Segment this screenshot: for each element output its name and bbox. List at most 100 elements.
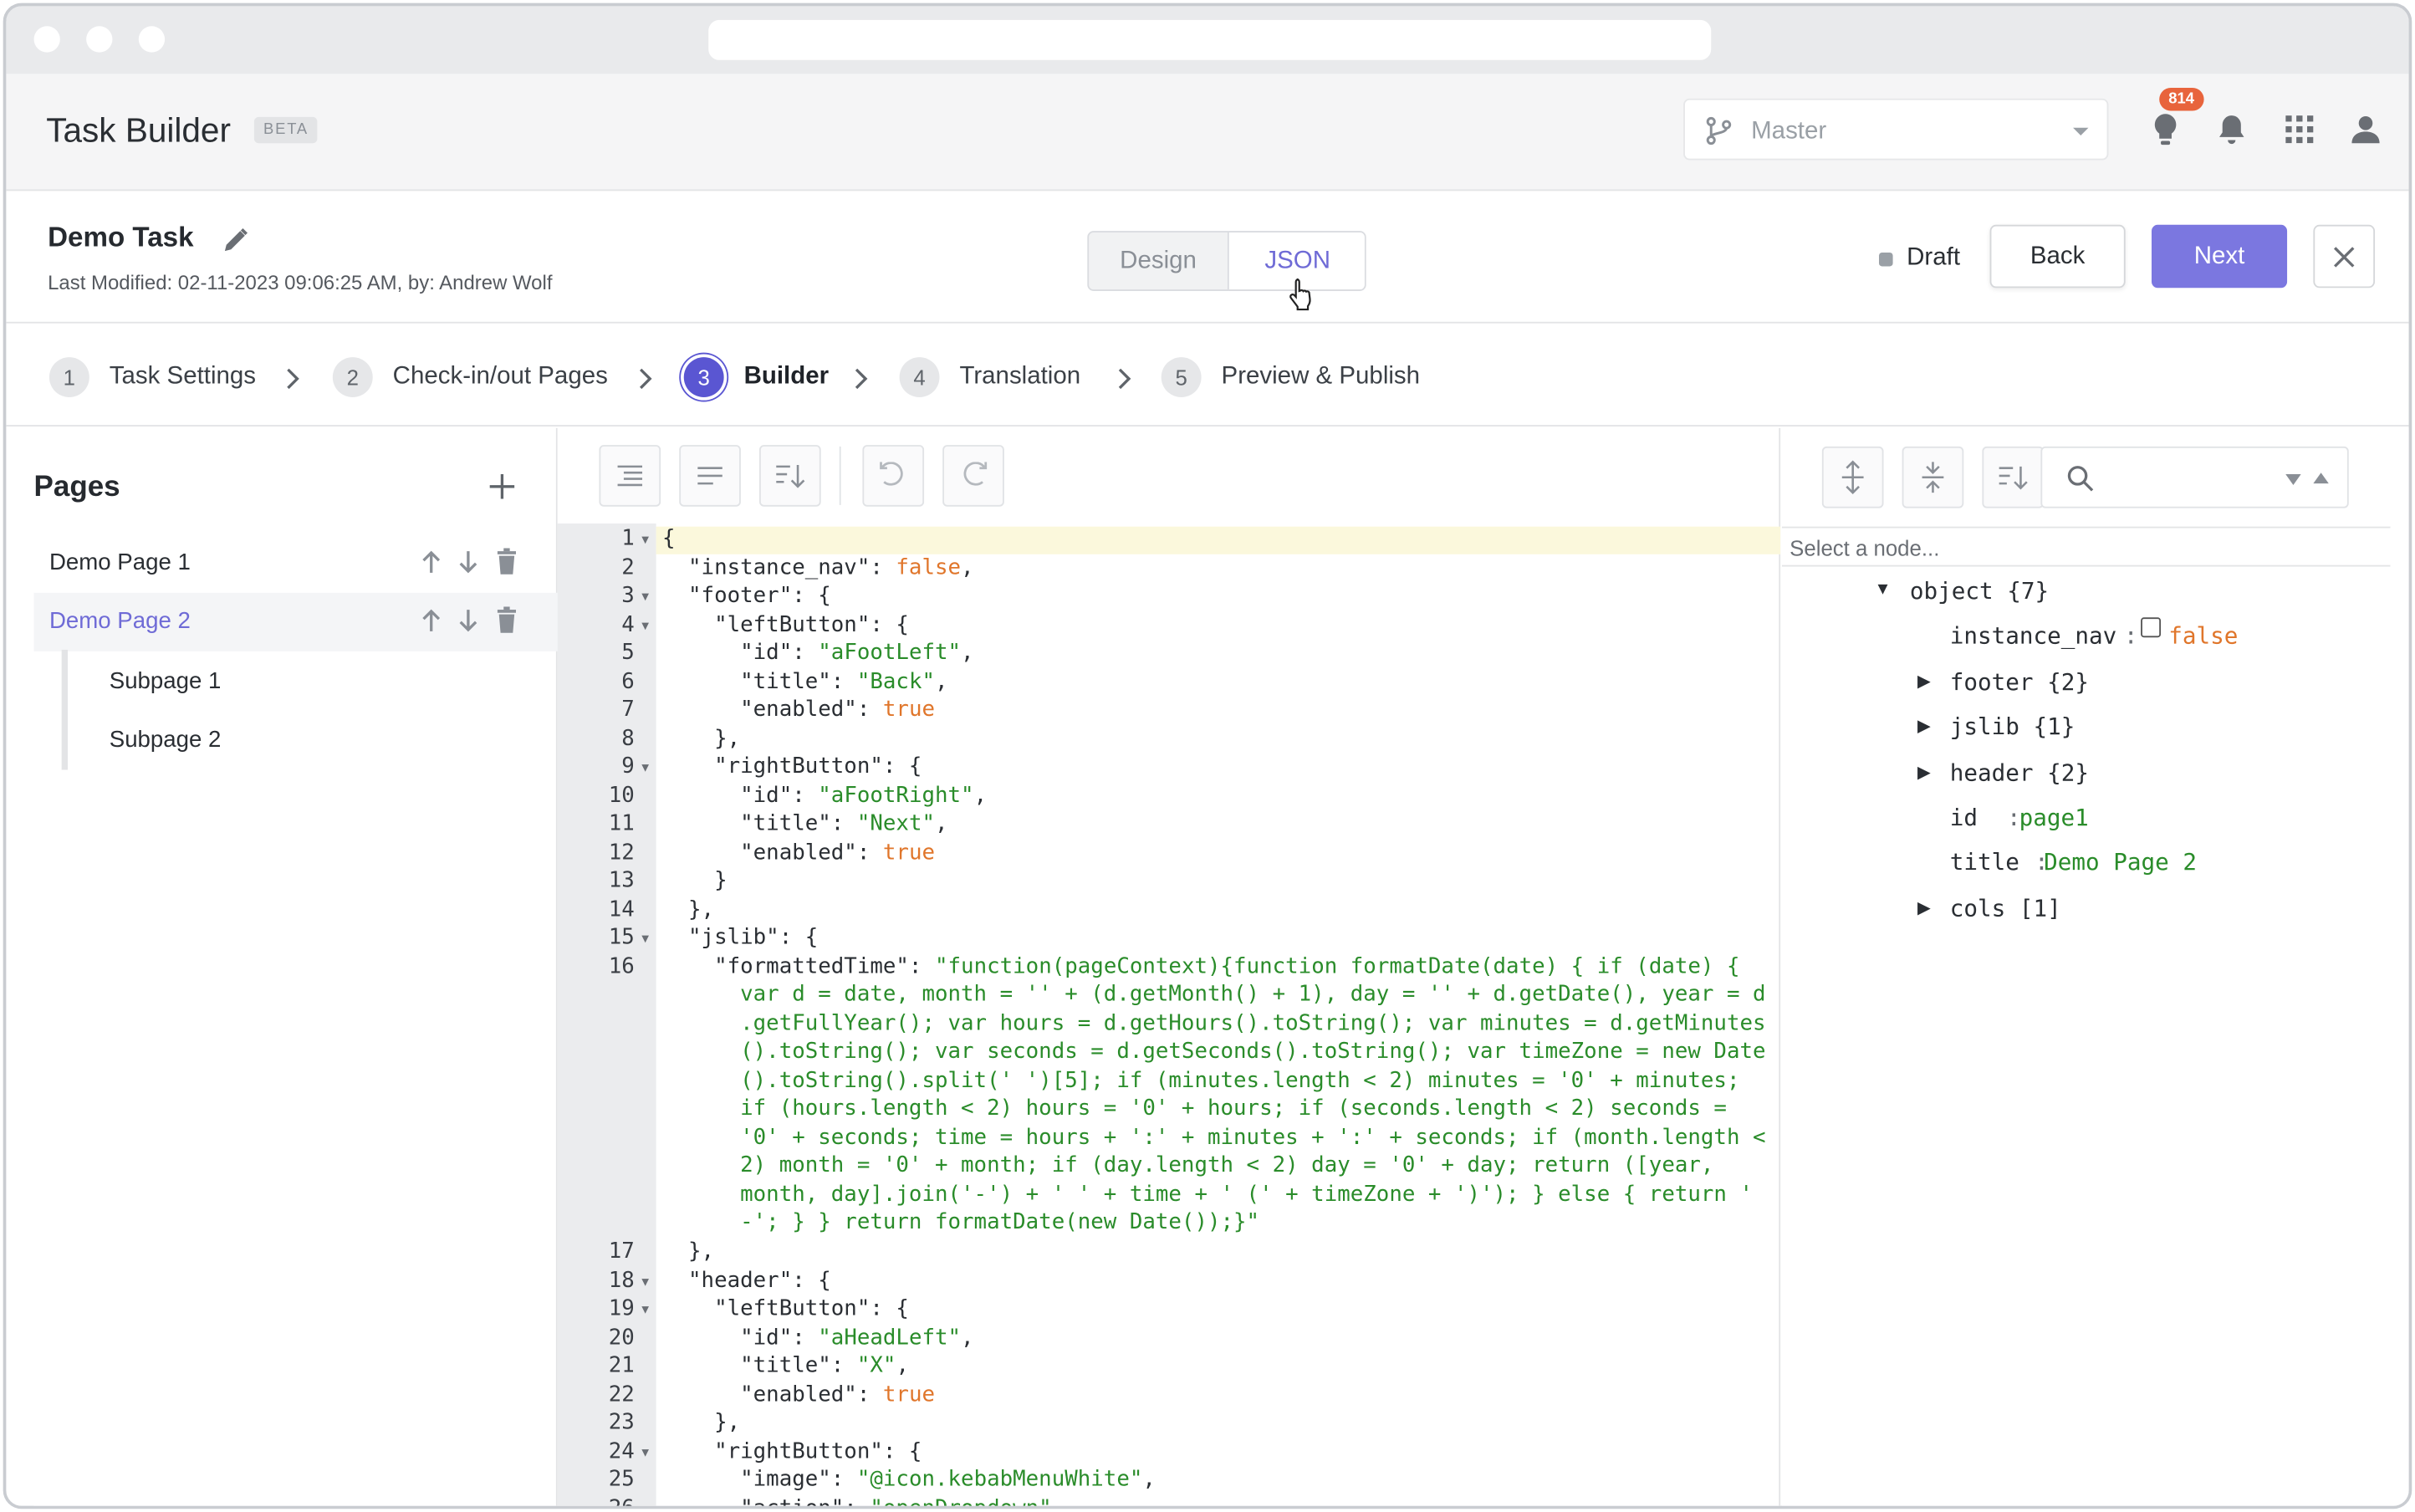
redo-button[interactable] [942,445,1004,507]
chevron-right-icon [287,368,299,390]
code-line: }, [661,896,715,922]
user-avatar-icon[interactable] [2351,114,2382,145]
code-line: "formattedTime": "function(pageContext){… [661,954,1740,979]
line-number: 20 [608,1325,635,1350]
apps-grid-icon[interactable] [2285,115,2314,144]
tree-node-key[interactable]: footer {2} [1950,668,2089,696]
line-number: 14 [608,896,635,922]
fold-toggle-icon[interactable]: ▼ [639,1303,651,1317]
collapsed-triangle-icon[interactable]: ▶ [1917,716,1931,736]
step-check-in-out-pages[interactable]: 2 Check-in/out Pages [332,357,608,398]
tree-node-key[interactable]: title [1950,848,2019,876]
step-number: 2 [332,357,373,398]
subpage-indent-bar [61,649,69,770]
window-maximize-dot[interactable] [138,26,166,53]
branch-select[interactable]: Master [1683,98,2109,161]
trash-icon[interactable] [494,548,518,575]
tree-node-value[interactable]: Demo Page 2 [2044,848,2197,876]
draft-status: Draft [1907,244,1961,272]
arrow-down-icon[interactable] [457,548,481,575]
task-name: Demo Task [48,222,194,253]
lightbulb-icon[interactable] [2150,111,2181,148]
tree-search-input[interactable] [2040,446,2349,508]
pencil-icon[interactable] [222,227,249,254]
tree-node-key[interactable]: header {2} [1950,759,2089,787]
boolean-checkbox[interactable] [2141,617,2162,638]
tree-node-value[interactable]: false [2168,622,2238,650]
arrow-down-icon[interactable] [457,606,481,634]
tree-sort-button[interactable] [1982,446,2045,508]
step-builder[interactable]: 3 Builder [683,357,829,398]
line-number: 23 [608,1410,635,1436]
step-label: Check-in/out Pages [392,363,608,390]
close-button[interactable] [2313,224,2376,289]
tree-node-separator: : [1978,804,2021,832]
subpage-item[interactable]: Subpage 2 [110,727,222,753]
code-line: "enabled": true [661,1382,936,1407]
line-number: 9 [621,754,635,779]
page-item[interactable]: Demo Page 2 [33,592,558,651]
address-bar[interactable] [708,19,1712,60]
chevron-right-icon [1118,368,1131,390]
collapse-all-button[interactable] [1902,446,1964,508]
subpage-item[interactable]: Subpage 1 [110,668,222,694]
view-toggle: Design JSON [1087,231,1366,291]
tree-node-key[interactable]: instance_nav [1950,622,2117,650]
fold-toggle-icon[interactable]: ▼ [639,761,651,775]
step-task-settings[interactable]: 1 Task Settings [49,357,256,398]
bell-icon[interactable] [2216,112,2247,146]
fold-toggle-icon[interactable]: ▼ [639,1274,651,1289]
chevron-down-icon [2073,127,2089,136]
window-close-dot[interactable] [33,26,60,53]
expand-all-button[interactable] [1821,446,1884,508]
code-line: "enabled": true [661,697,936,723]
collapsed-triangle-icon[interactable]: ▶ [1917,672,1931,692]
expanded-triangle-icon[interactable]: ▼ [1874,580,1891,599]
close-icon [2333,247,2355,268]
line-number: 8 [621,726,635,751]
search-next-icon[interactable] [2285,474,2301,487]
window-minimize-dot[interactable] [86,26,113,53]
arrow-up-icon[interactable] [419,548,443,575]
line-number: 11 [608,811,635,837]
tree-node-key[interactable]: id [1950,804,1978,831]
line-number: 24 [608,1438,635,1464]
tree-root-node[interactable]: object {7} [1910,577,2049,605]
line-number: 5 [621,641,635,666]
collapsed-triangle-icon[interactable]: ▶ [1917,897,1931,917]
fold-toggle-icon[interactable]: ▼ [639,590,651,604]
fold-toggle-icon[interactable]: ▼ [639,1445,651,1459]
collapsed-triangle-icon[interactable]: ▶ [1917,762,1931,782]
trash-icon[interactable] [494,606,518,634]
code-line: "title": "Back", [661,669,948,694]
fold-toggle-icon[interactable]: ▼ [639,932,651,946]
tree-node-key[interactable]: jslib {1} [1950,713,2075,740]
line-number: 26 [608,1495,635,1509]
add-page-icon[interactable] [487,471,518,502]
back-button[interactable]: Back [1989,224,2126,289]
next-button[interactable]: Next [2151,224,2288,289]
code-line: ().toString().split(' ')[5]; if (minutes… [661,1068,1740,1093]
search-previous-icon[interactable] [2313,472,2329,485]
format-button[interactable] [599,445,661,507]
undo-button[interactable] [862,445,925,507]
page-item[interactable]: Demo Page 1 [34,534,558,593]
step-label: Translation [959,363,1081,390]
step-translation[interactable]: 4 Translation [899,357,1081,398]
fold-toggle-icon[interactable]: ▼ [639,533,651,547]
line-number: 7 [621,697,635,723]
tab-design[interactable]: Design [1089,232,1228,289]
code-line: "title": "X", [661,1353,909,1378]
line-number: 12 [608,840,635,866]
code-line: "footer": { [661,583,831,609]
fold-toggle-icon[interactable]: ▼ [639,618,651,632]
arrow-up-icon[interactable] [419,606,443,634]
step-preview-publish[interactable]: 5 Preview & Publish [1161,357,1420,398]
browser-chrome [6,6,2409,74]
code-line: .getFullYear(); var hours = d.getHours()… [661,1011,1766,1036]
code-line: if (hours.length < 2) hours = '0' + hour… [661,1096,1727,1122]
sort-button[interactable] [759,445,821,507]
tree-node-value[interactable]: page1 [2019,804,2089,831]
compact-button[interactable] [679,445,741,507]
tree-node-key[interactable]: cols [1] [1950,895,2061,922]
